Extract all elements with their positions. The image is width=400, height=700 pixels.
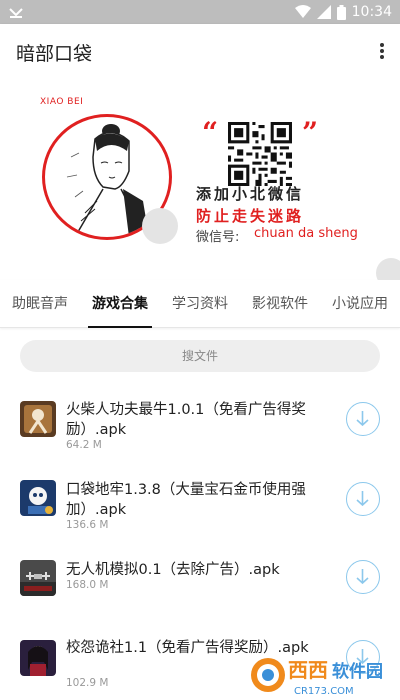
promo-banner[interactable]: XIAO BEI “ ” 添加小北微信 防止走失迷路 微信号: chuan da…	[0, 80, 400, 288]
svg-text:西西: 西西	[288, 658, 328, 682]
banner-line2: 防止走失迷路	[196, 207, 305, 225]
file-size: 102.9 M	[66, 677, 109, 689]
download-icon	[356, 569, 369, 585]
battery-icon	[336, 4, 346, 20]
download-button[interactable]	[346, 482, 380, 516]
file-size: 168.0 M	[66, 579, 109, 591]
wechat-label: 微信号:	[196, 230, 240, 245]
file-name: 无人机模拟0.1（去除广告）.apk	[66, 562, 280, 578]
tab-game-collection[interactable]: 游戏合集	[88, 280, 152, 328]
qr-code-icon	[228, 122, 292, 186]
category-tabs: 助眠音声 游戏合集 学习资料 影视软件 小说应用	[0, 280, 400, 328]
quote-open-icon: “	[202, 116, 219, 149]
list-item[interactable]: 火柴人功夫最牛1.0.1（免看广告得奖励）.apk 64.2 M	[0, 388, 400, 468]
search-input[interactable]: 搜文件	[20, 340, 380, 372]
download-icon	[356, 491, 369, 507]
more-options-icon[interactable]	[378, 41, 386, 63]
app-icon-drone-sim	[20, 560, 56, 596]
app-title: 暗部口袋	[16, 43, 93, 65]
signal-icon	[316, 5, 331, 19]
watermark-logo: 西西 软件园 CR173.COM	[248, 650, 400, 700]
banner-brand: XIAO BEI	[40, 97, 84, 107]
status-time: 10:34	[351, 4, 392, 20]
app-icon-pocket-dungeon	[20, 480, 56, 516]
wifi-icon	[294, 5, 311, 18]
svg-text:CR173.COM: CR173.COM	[294, 686, 354, 697]
quote-close-icon: ”	[302, 116, 319, 149]
download-button[interactable]	[346, 402, 380, 436]
tab-novel-apps[interactable]: 小说应用	[320, 280, 400, 328]
list-item[interactable]: 口袋地牢1.3.8（大量宝石金币使用强加）.apk 136.6 M	[0, 468, 400, 548]
tab-sleep-audio[interactable]: 助眠音声	[0, 280, 80, 328]
banner-line1: 添加小北微信	[196, 185, 305, 203]
tab-video-software[interactable]: 影视软件	[240, 280, 320, 328]
file-size: 136.6 M	[66, 519, 109, 531]
file-name: 口袋地牢1.3.8（大量宝石金币使用强加）.apk	[66, 482, 306, 518]
svg-text:软件园: 软件园	[332, 661, 383, 682]
notification-icon	[9, 8, 23, 18]
app-bar: 暗部口袋	[0, 24, 400, 80]
app-icon-stickman	[20, 401, 56, 437]
status-bar: 10:34	[0, 0, 400, 24]
wechat-id: chuan da sheng	[254, 226, 358, 241]
decor-circle	[142, 208, 178, 244]
download-icon	[356, 411, 369, 427]
tab-study-materials[interactable]: 学习资料	[160, 280, 240, 328]
download-button[interactable]	[346, 560, 380, 594]
list-item[interactable]: 无人机模拟0.1（去除广告）.apk 168.0 M	[0, 548, 400, 628]
file-name: 火柴人功夫最牛1.0.1（免看广告得奖励）.apk	[66, 402, 306, 438]
app-icon-school-ghost	[20, 640, 56, 676]
file-size: 64.2 M	[66, 439, 102, 451]
